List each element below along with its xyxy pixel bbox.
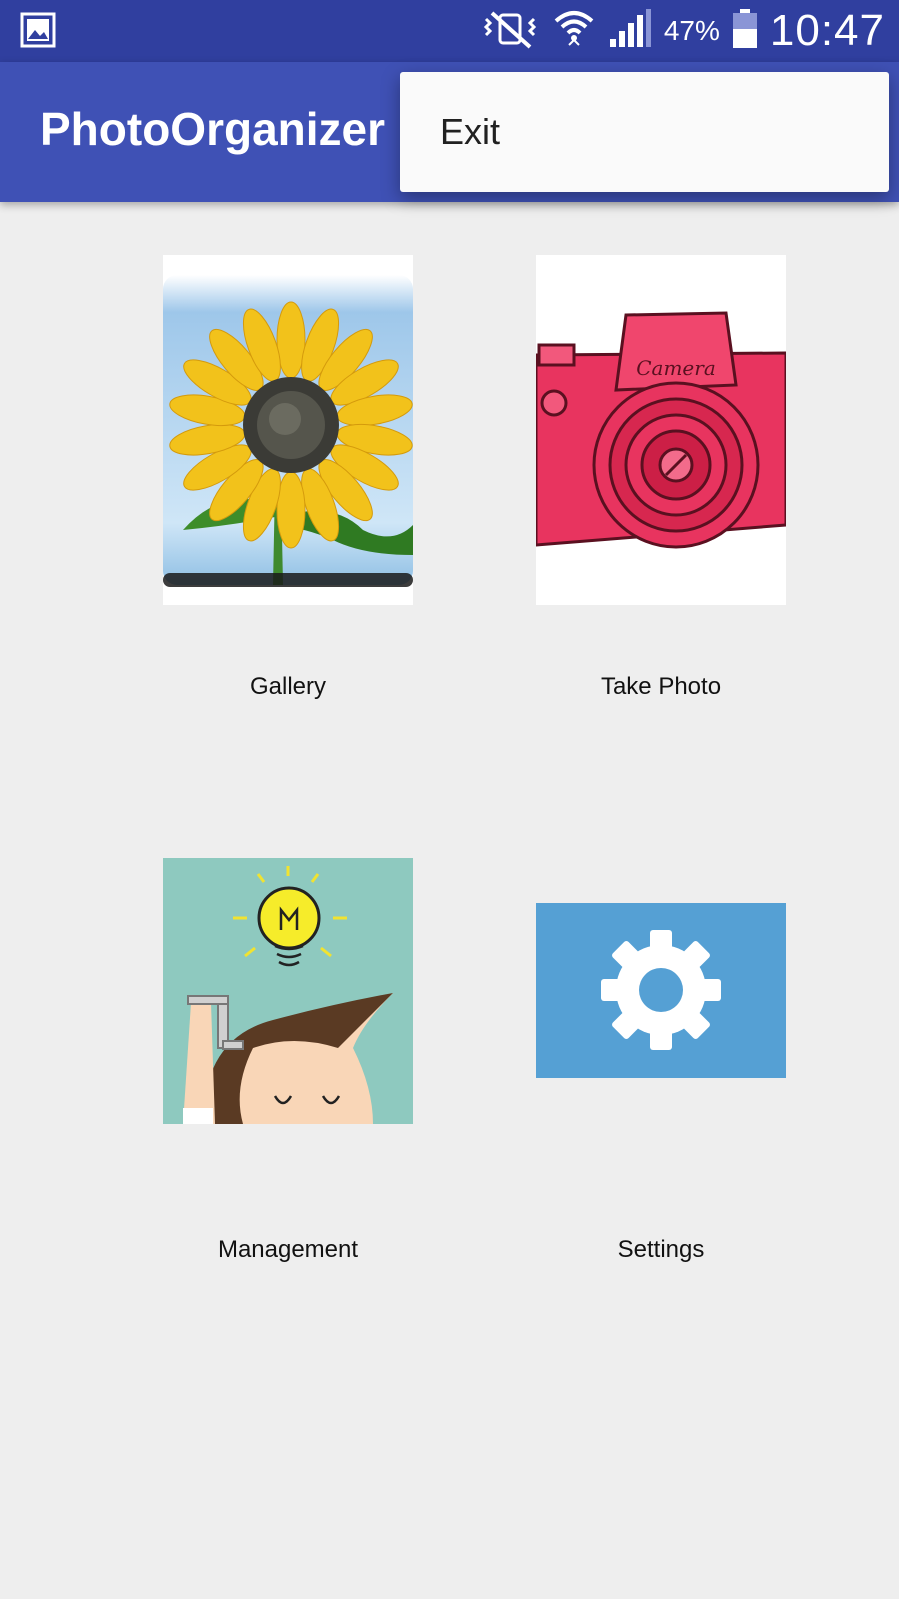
gear-icon <box>601 930 721 1050</box>
lightbulb-person-image <box>163 858 413 1124</box>
sunflower-image <box>163 255 413 605</box>
status-time: 10:47 <box>769 6 885 55</box>
wifi-icon <box>552 7 596 56</box>
take-photo-label: Take Photo <box>600 673 722 700</box>
menu-item-exit[interactable]: Exit <box>400 72 889 192</box>
settings-tile[interactable]: Settings <box>536 903 786 1278</box>
camera-image: Camera <box>536 255 786 605</box>
app-title: PhotoOrganizer <box>40 103 386 155</box>
gallery-tile[interactable]: Gallery <box>163 255 413 715</box>
signal-icon <box>608 8 652 54</box>
settings-label: Settings <box>617 1236 705 1263</box>
management-label: Management <box>217 1236 359 1263</box>
svg-text:Camera: Camera <box>636 356 716 380</box>
overflow-menu: Exit <box>400 72 889 192</box>
battery-percent: 47% <box>663 15 720 46</box>
mute-vibrate-icon <box>480 9 540 54</box>
take-photo-tile[interactable]: Camera Take Photo <box>536 255 786 715</box>
status-bar: 47% 10:47 <box>0 0 899 62</box>
battery-icon <box>732 8 758 54</box>
management-tile[interactable]: Management <box>163 858 413 1278</box>
settings-image <box>536 903 786 1078</box>
image-icon <box>20 12 56 53</box>
gallery-label: Gallery <box>249 673 327 700</box>
